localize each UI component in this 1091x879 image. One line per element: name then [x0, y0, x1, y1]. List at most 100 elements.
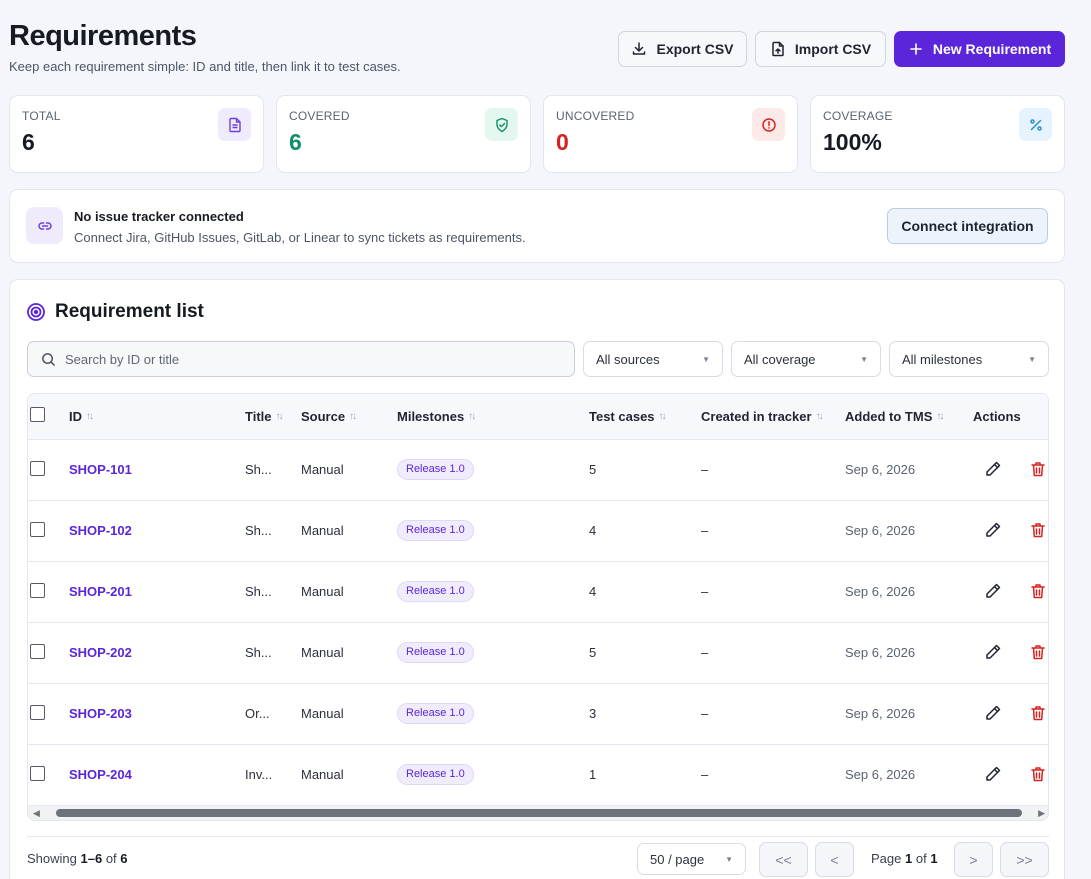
stat-card-uncovered: UNCOVERED 0: [543, 95, 798, 173]
column-header-created-in-tracker[interactable]: Created in tracker ↑↓: [701, 409, 824, 424]
row-checkbox[interactable]: [30, 705, 45, 720]
table-row[interactable]: SHOP-201 Sh... Manual Release 1.0 4 – Sep 6, 2…: [28, 562, 1048, 623]
delete-icon[interactable]: [1029, 460, 1047, 478]
per-page-select[interactable]: 50 / page ▼: [637, 843, 746, 875]
requirement-list-card: Requirement list All sources ▼ All cover…: [9, 279, 1065, 879]
stat-label: COVERAGE: [823, 109, 893, 123]
requirement-id-link[interactable]: SHOP-204: [69, 767, 132, 782]
import-csv-button[interactable]: Import CSV: [755, 31, 886, 67]
chevron-down-icon: ▼: [702, 354, 710, 364]
requirement-id-link[interactable]: SHOP-101: [69, 462, 132, 477]
table-row[interactable]: SHOP-102 Sh... Manual Release 1.0 4 – Sep 6, 2…: [28, 501, 1048, 562]
search-icon: [42, 352, 55, 366]
requirement-id-link[interactable]: SHOP-201: [69, 584, 132, 599]
export-csv-button[interactable]: Export CSV: [618, 31, 747, 67]
delete-icon[interactable]: [1029, 582, 1047, 600]
sort-icon: ↑↓: [349, 411, 357, 422]
created-in-tracker: –: [701, 706, 709, 721]
sort-icon: ↑↓: [815, 411, 824, 422]
source-filter-select[interactable]: All sources ▼: [583, 341, 723, 377]
stat-value: 6: [289, 129, 302, 155]
horizontal-scrollbar[interactable]: ◀ ▶: [28, 806, 1048, 820]
table-row[interactable]: SHOP-202 Sh... Manual Release 1.0 5 – Sep 6, 2…: [28, 623, 1048, 684]
stat-label: COVERED: [289, 109, 350, 123]
integration-description: Connect Jira, GitHub Issues, GitLab, or …: [74, 230, 526, 245]
row-checkbox[interactable]: [30, 522, 45, 537]
test-case-count: 1: [589, 767, 597, 782]
requirement-id-link[interactable]: SHOP-102: [69, 523, 132, 538]
added-to-tms-date: Sep 6, 2026: [845, 584, 916, 599]
edit-icon[interactable]: [984, 765, 1002, 783]
table-row[interactable]: SHOP-204 Inv... Manual Release 1.0 1 – Sep 6, …: [28, 745, 1048, 806]
search-box[interactable]: [27, 341, 575, 377]
delete-icon[interactable]: [1029, 704, 1047, 722]
column-label: Source: [301, 409, 346, 424]
requirement-id-link[interactable]: SHOP-203: [69, 706, 132, 721]
table-row[interactable]: SHOP-203 Or... Manual Release 1.0 3 – Sep 6, 2…: [28, 684, 1048, 745]
column-header-test-cases[interactable]: Test cases ↑↓: [589, 409, 667, 424]
edit-icon[interactable]: [984, 582, 1002, 600]
showing-count: Showing 1–6 of 6: [27, 851, 128, 866]
column-header-source[interactable]: Source ↑↓: [301, 409, 357, 424]
total-pages: 1: [930, 851, 938, 866]
connect-integration-button[interactable]: Connect integration: [887, 208, 1048, 244]
showing-range: 1–6: [80, 851, 103, 866]
column-header-id[interactable]: ID ↑↓: [69, 409, 94, 424]
requirement-title: Sh...: [245, 462, 272, 477]
per-page-value: 50 / page: [650, 851, 705, 867]
showing-total: 6: [120, 851, 128, 866]
stat-label: TOTAL: [22, 109, 61, 123]
plus-icon: [910, 43, 922, 55]
scroll-right-arrow-icon[interactable]: ▶: [1038, 808, 1045, 819]
search-input[interactable]: [65, 351, 545, 367]
stat-value: 6: [22, 129, 35, 155]
sort-icon: ↑↓: [658, 411, 667, 422]
milestone-filter-select[interactable]: All milestones ▼: [889, 341, 1049, 377]
import-csv-label: Import CSV: [794, 41, 872, 57]
delete-icon[interactable]: [1029, 521, 1047, 539]
created-in-tracker: –: [701, 584, 709, 599]
new-requirement-button[interactable]: New Requirement: [894, 31, 1065, 67]
scroll-left-arrow-icon[interactable]: ◀: [33, 808, 40, 819]
row-checkbox[interactable]: [30, 766, 45, 781]
percent-icon: [1019, 108, 1052, 141]
requirement-source: Manual: [301, 523, 344, 538]
page-subtitle: Keep each requirement simple: ID and tit…: [9, 59, 401, 74]
next-page-button[interactable]: >: [954, 842, 993, 877]
row-checkbox[interactable]: [30, 461, 45, 476]
column-header-milestones[interactable]: Milestones ↑↓: [397, 409, 476, 424]
row-checkbox[interactable]: [30, 644, 45, 659]
scrollbar-thumb[interactable]: [56, 809, 1022, 817]
requirement-title: Sh...: [245, 584, 272, 599]
requirement-id-link[interactable]: SHOP-202: [69, 645, 132, 660]
previous-page-button[interactable]: <: [815, 842, 854, 877]
edit-icon[interactable]: [984, 704, 1002, 722]
requirement-source: Manual: [301, 462, 344, 477]
edit-icon[interactable]: [984, 521, 1002, 539]
test-case-count: 3: [589, 706, 597, 721]
chevron-down-icon: ▼: [860, 354, 868, 364]
milestone-badge: Release 1.0: [397, 581, 474, 602]
column-header-title[interactable]: Title ↑↓: [245, 409, 284, 424]
integration-title: No issue tracker connected: [74, 209, 244, 224]
last-page-button[interactable]: >>: [1000, 842, 1049, 877]
column-label: Actions: [973, 409, 1021, 424]
delete-icon[interactable]: [1029, 765, 1047, 783]
requirement-list-header: Requirement list: [26, 301, 204, 323]
requirement-title: Or...: [245, 706, 270, 721]
edit-icon[interactable]: [984, 460, 1002, 478]
select-all-checkbox[interactable]: [30, 407, 45, 422]
first-page-button[interactable]: <<: [759, 842, 808, 877]
delete-icon[interactable]: [1029, 643, 1047, 661]
added-to-tms-date: Sep 6, 2026: [845, 523, 916, 538]
table-row[interactable]: SHOP-101 Sh... Manual Release 1.0 5 – Sep 6, 2…: [28, 440, 1048, 501]
alert-circle-icon: [752, 108, 785, 141]
row-checkbox[interactable]: [30, 583, 45, 598]
column-header-added-to-tms[interactable]: Added to TMS ↑↓: [845, 409, 944, 424]
new-requirement-label: New Requirement: [932, 41, 1052, 57]
milestone-badge: Release 1.0: [397, 703, 474, 724]
column-label: Created in tracker: [701, 409, 812, 424]
download-icon: [633, 42, 646, 55]
edit-icon[interactable]: [984, 643, 1002, 661]
coverage-filter-select[interactable]: All coverage ▼: [731, 341, 881, 377]
